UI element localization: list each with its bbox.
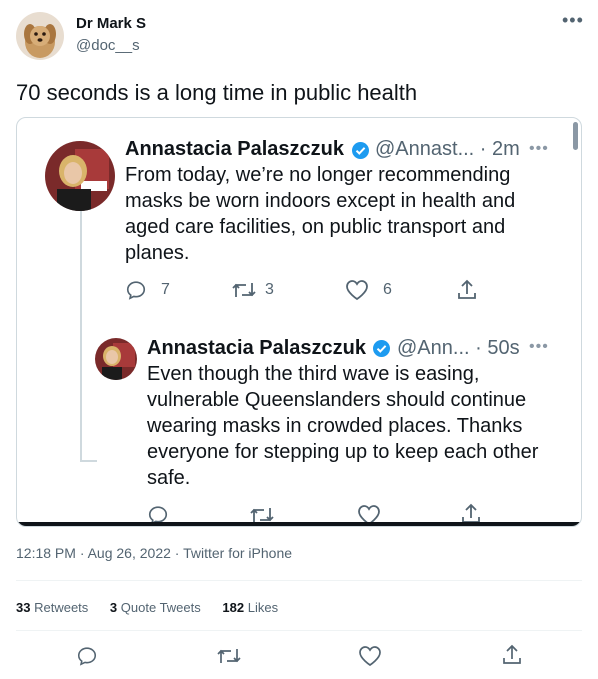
embedded-like-1: 6 bbox=[345, 279, 392, 301]
share-icon bbox=[503, 644, 521, 664]
tweet-media-image[interactable]: Annastacia Palaszczuk @Annast... · 2m ••… bbox=[16, 117, 582, 527]
author-avatar[interactable] bbox=[16, 12, 64, 60]
retweets-stat[interactable]: 33 Retweets bbox=[16, 600, 88, 615]
like-button[interactable] bbox=[358, 645, 382, 667]
embedded-retweet-1: 3 bbox=[231, 279, 274, 301]
thread-connector bbox=[80, 210, 82, 462]
embedded-handle-time-1: @Annast... · 2m bbox=[375, 138, 520, 160]
verified-badge-icon bbox=[352, 142, 369, 159]
heart-icon bbox=[346, 280, 368, 301]
more-options-icon[interactable]: ••• bbox=[562, 10, 584, 31]
embedded-name-2: Annastacia Palaszczuk bbox=[147, 337, 366, 359]
embedded-more-icon-2: ••• bbox=[529, 338, 549, 355]
likes-stat[interactable]: 182 Likes bbox=[222, 600, 278, 615]
divider bbox=[16, 630, 582, 631]
reply-button[interactable] bbox=[76, 645, 100, 667]
heart-icon bbox=[359, 646, 381, 667]
engagement-stats: 33 Retweets 3 Quote Tweets 182 Likes bbox=[16, 600, 278, 615]
retweet-icon bbox=[217, 649, 241, 663]
divider bbox=[16, 580, 582, 581]
tweet-text: 70 seconds is a long time in public heal… bbox=[16, 80, 418, 105]
tweet-timestamp[interactable]: 12:18 PM · Aug 26, 2022 · Twitter for iP… bbox=[16, 545, 292, 561]
retweet-icon bbox=[232, 283, 256, 297]
reply-icon bbox=[126, 281, 146, 300]
embedded-text-1: From today, we’re no longer recommending… bbox=[125, 164, 516, 264]
retweet-button[interactable] bbox=[216, 645, 241, 667]
author-handle[interactable]: @doc__s bbox=[76, 37, 140, 54]
embedded-bottom-bar bbox=[17, 522, 581, 526]
embedded-scrollbar bbox=[573, 122, 578, 150]
quote-tweets-stat[interactable]: 3 Quote Tweets bbox=[110, 600, 201, 615]
embedded-share-1 bbox=[455, 278, 479, 302]
embedded-handle-time-2: @Ann... · 50s bbox=[397, 337, 520, 359]
embedded-avatar-2 bbox=[95, 338, 137, 380]
thread-connector-elbow bbox=[80, 460, 97, 462]
embedded-text-2: Even though the third wave is easing, vu… bbox=[147, 363, 539, 489]
embedded-reply-1: 7 bbox=[125, 279, 170, 301]
share-button[interactable] bbox=[500, 643, 524, 665]
embedded-avatar-1 bbox=[45, 141, 115, 211]
reply-icon bbox=[77, 647, 97, 666]
share-icon bbox=[458, 279, 476, 299]
author-name[interactable]: Dr Mark S bbox=[76, 15, 146, 32]
embedded-name-1: Annastacia Palaszczuk bbox=[125, 138, 344, 160]
embedded-more-icon-1: ••• bbox=[529, 140, 549, 157]
verified-badge-icon bbox=[373, 340, 390, 357]
